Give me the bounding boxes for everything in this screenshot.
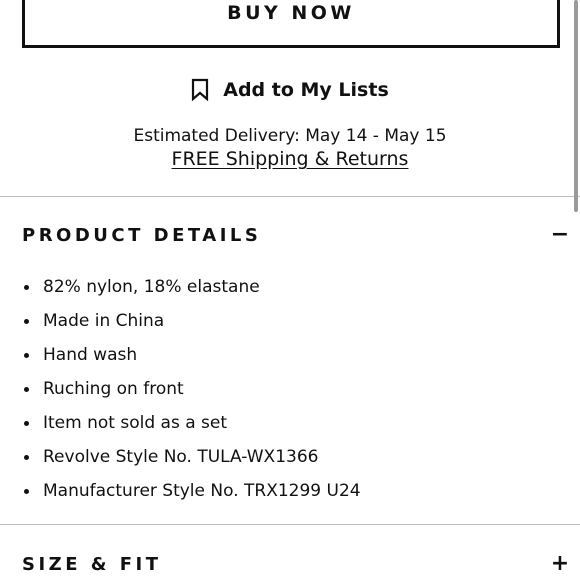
estimated-delivery-text: Estimated Delivery: May 14 - May 15: [133, 126, 447, 146]
divider: [0, 524, 580, 525]
bookmark-icon: [191, 78, 209, 101]
buy-now-label: BUY NOW: [227, 2, 355, 24]
size-fit-title: SIZE & FIT: [22, 553, 162, 575]
list-item: Revolve Style No. TULA-WX1366: [22, 446, 361, 480]
product-details-header[interactable]: PRODUCT DETAILS −: [22, 224, 570, 246]
add-to-lists-label: Add to My Lists: [223, 78, 389, 101]
free-shipping-returns-container: FREE Shipping & Returns: [0, 148, 580, 170]
expand-plus-icon[interactable]: +: [550, 553, 570, 575]
list-item: Ruching on front: [22, 378, 361, 412]
list-item: Manufacturer Style No. TRX1299 U24: [22, 480, 361, 514]
product-details-list: 82% nylon, 18% elastane Made in China Ha…: [22, 276, 361, 514]
buy-now-button[interactable]: BUY NOW: [22, 0, 560, 48]
scrollbar[interactable]: [574, 0, 578, 212]
add-to-lists-button[interactable]: Add to My Lists: [0, 78, 580, 101]
list-item: 82% nylon, 18% elastane: [22, 276, 361, 310]
product-details-title: PRODUCT DETAILS: [22, 224, 262, 246]
product-page: BUY NOW Add to My Lists Estimated Delive…: [0, 0, 580, 580]
size-fit-header[interactable]: SIZE & FIT +: [22, 553, 570, 575]
divider: [0, 196, 580, 197]
list-item: Made in China: [22, 310, 361, 344]
list-item: Item not sold as a set: [22, 412, 361, 446]
free-shipping-returns-link[interactable]: FREE Shipping & Returns: [172, 148, 409, 170]
list-item: Hand wash: [22, 344, 361, 378]
collapse-minus-icon[interactable]: −: [550, 224, 570, 246]
